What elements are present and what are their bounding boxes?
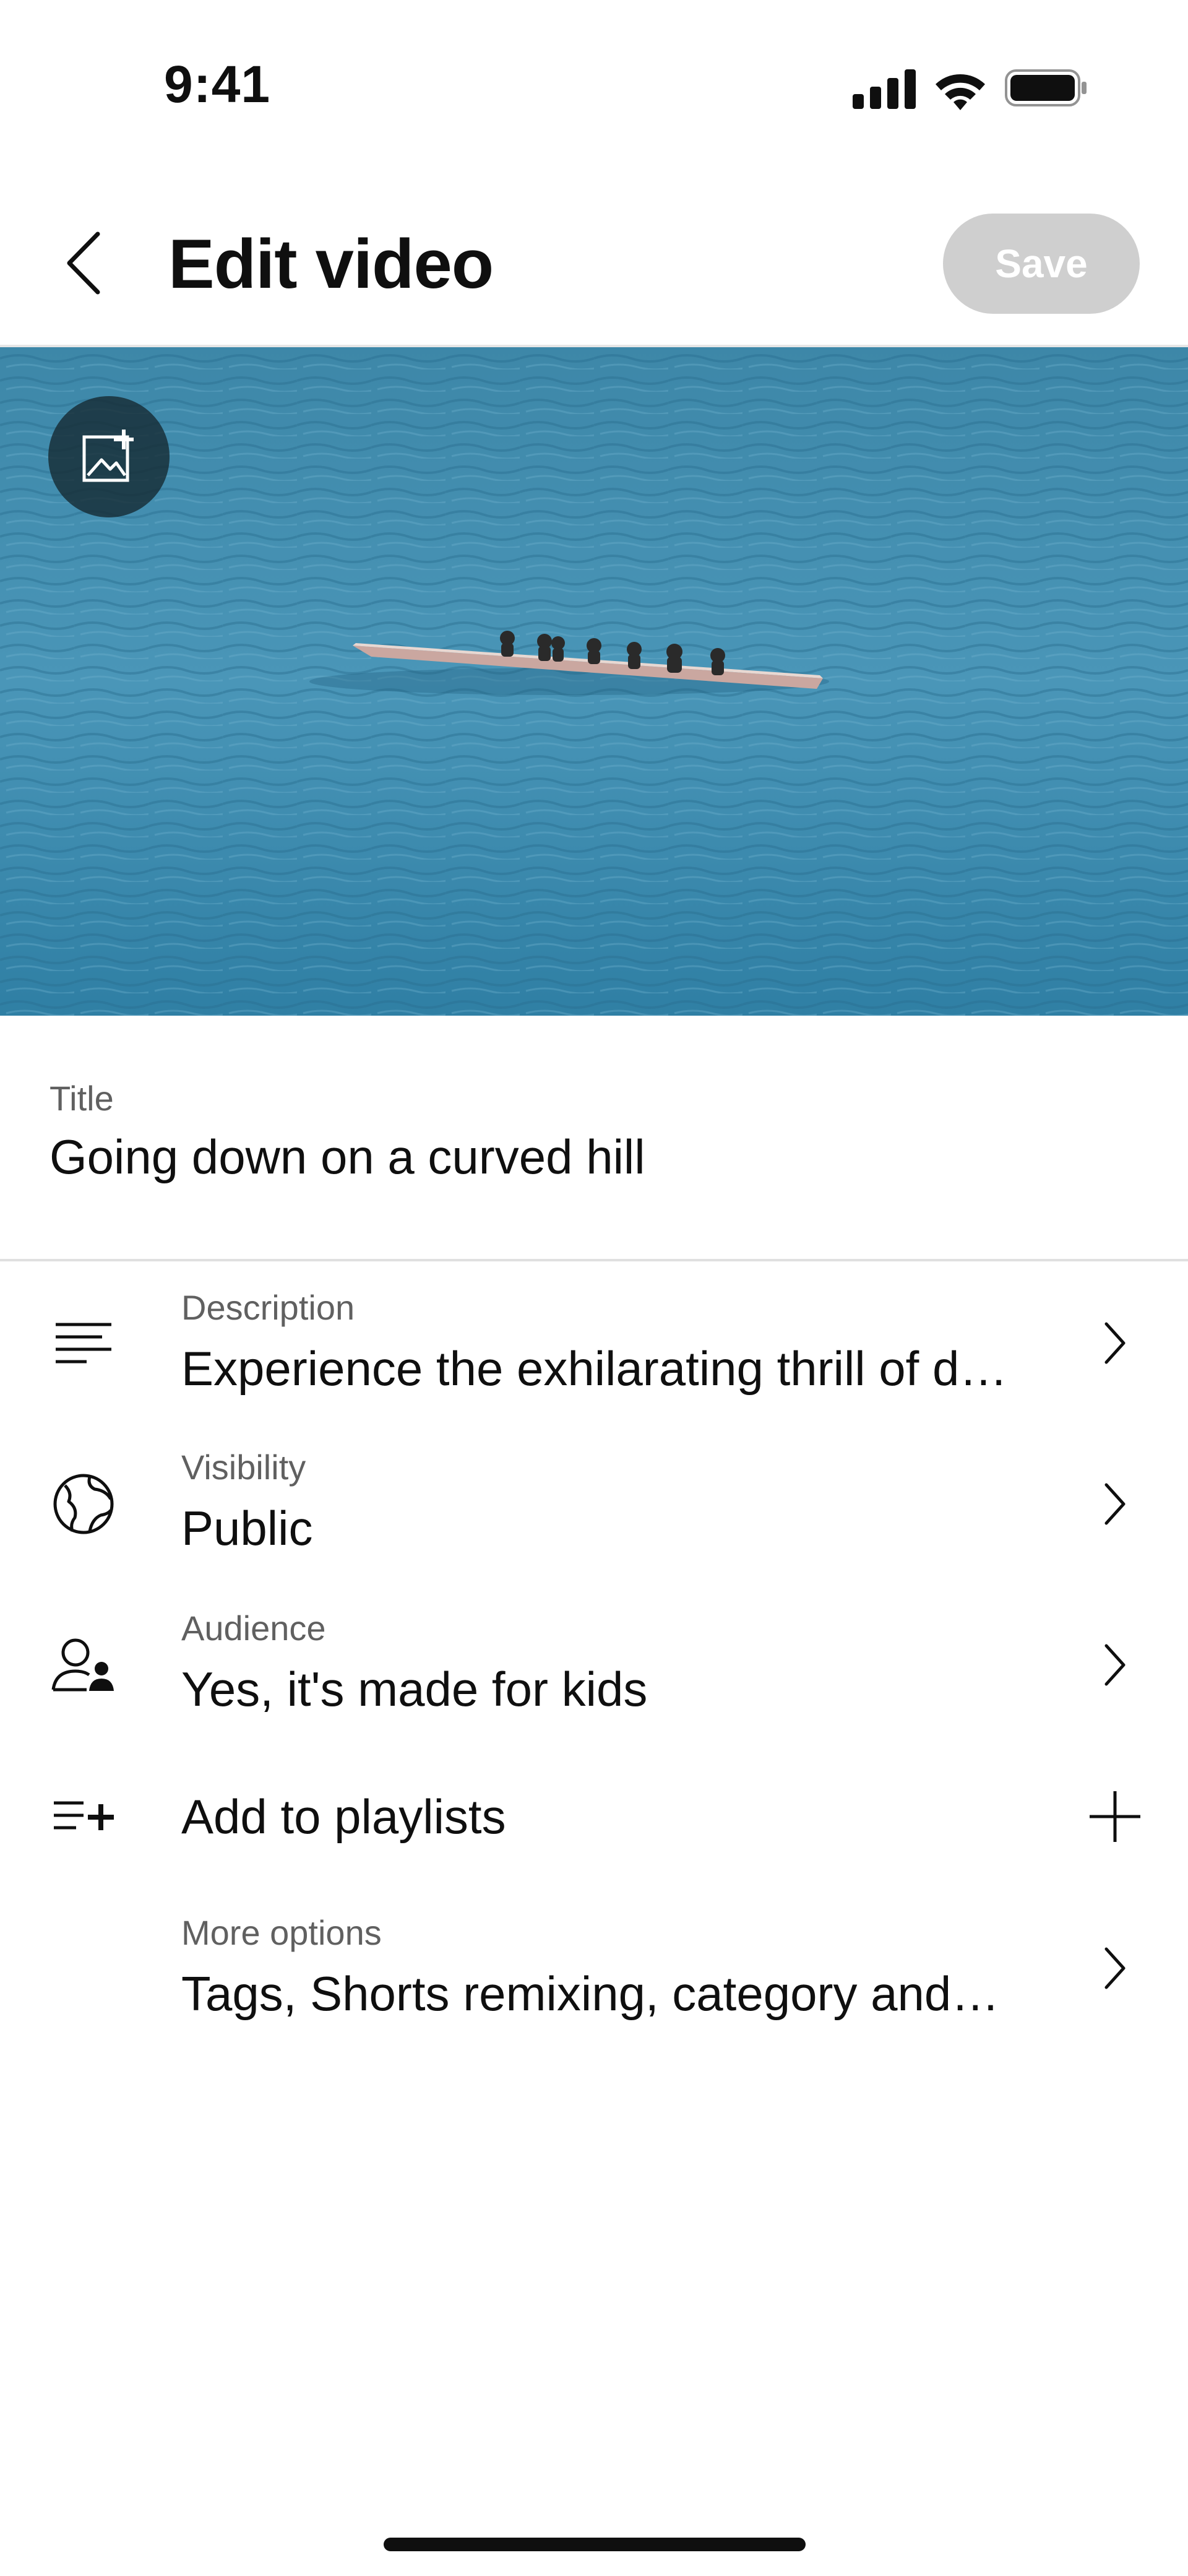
- cellular-signal-icon: [853, 69, 917, 109]
- audience-value: Yes, it's made for kids: [181, 1662, 648, 1716]
- more-options-row[interactable]: More options Tags, Shorts remixing, cate…: [0, 1900, 1188, 2049]
- globe-icon: [50, 1470, 118, 1538]
- chevron-right-icon: [1090, 1309, 1140, 1377]
- home-indicator: [384, 2538, 806, 2551]
- page-title: Edit video: [168, 225, 494, 303]
- description-label: Description: [181, 1288, 355, 1327]
- audience-label: Audience: [181, 1609, 326, 1648]
- back-button[interactable]: [50, 217, 118, 309]
- title-label: Title: [50, 1079, 114, 1118]
- wifi-icon: [931, 67, 989, 111]
- visibility-label: Visibility: [181, 1448, 306, 1487]
- battery-icon: [1005, 68, 1088, 108]
- chevron-left-icon: [67, 231, 100, 295]
- save-button[interactable]: Save: [943, 214, 1140, 314]
- audience-icon: [50, 1631, 118, 1699]
- chevron-right-icon: [1090, 1631, 1140, 1699]
- video-thumbnail: [0, 347, 1188, 1016]
- add-image-icon: [82, 430, 134, 482]
- chevron-right-icon: [1090, 1470, 1140, 1538]
- add-to-playlists-label: Add to playlists: [181, 1789, 506, 1844]
- plus-icon: [1084, 1783, 1146, 1851]
- title-divider: [0, 1259, 1188, 1261]
- add-to-playlists-row[interactable]: Add to playlists: [0, 1770, 1188, 1863]
- playlist-add-icon: [50, 1783, 118, 1851]
- visibility-value: Public: [181, 1501, 313, 1555]
- title-input[interactable]: Going down on a curved hill: [50, 1129, 645, 1185]
- more-options-value: Tags, Shorts remixing, category and…: [181, 1966, 1000, 2021]
- audience-row[interactable]: Audience Yes, it's made for kids: [0, 1597, 1188, 1745]
- description-row[interactable]: Description Experience the exhilarating …: [0, 1275, 1188, 1424]
- more-options-label: More options: [181, 1913, 382, 1952]
- description-value: Experience the exhilarating thrill of d…: [181, 1341, 1008, 1396]
- change-thumbnail-button[interactable]: [48, 396, 170, 517]
- description-icon: [50, 1309, 118, 1377]
- visibility-row[interactable]: Visibility Public: [0, 1436, 1188, 1584]
- chevron-right-icon: [1090, 1934, 1140, 2002]
- status-time: 9:41: [164, 55, 271, 113]
